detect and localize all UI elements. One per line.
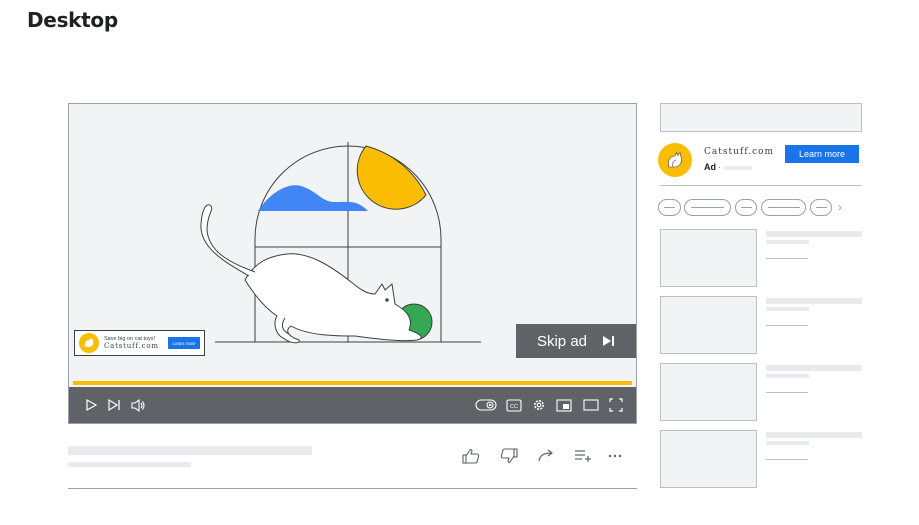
recommendation-meta-placeholder	[766, 258, 808, 259]
recommendation-item[interactable]	[660, 229, 862, 287]
sidebar-companion-banner	[660, 103, 862, 132]
overlay-ad-text: Save big on cat toys! Catstuff.com	[104, 336, 163, 350]
recommendation-item[interactable]	[660, 363, 862, 421]
sidebar-ad-card[interactable]: Catstuff.com Ad · Learn more	[658, 143, 862, 177]
player-controls: CC	[69, 387, 636, 423]
overlay-ad-banner[interactable]: Save big on cat toys! Catstuff.com Learn…	[74, 330, 205, 356]
recommendation-meta-placeholder	[766, 392, 808, 393]
recommendation-thumbnail	[660, 296, 757, 354]
more-icon[interactable]	[605, 446, 625, 466]
chip-label-placeholder	[691, 207, 724, 208]
filter-chip[interactable]	[810, 199, 832, 216]
cat-logo-icon	[668, 151, 682, 168]
recommendation-meta-placeholder	[766, 459, 808, 460]
page-title: Desktop	[27, 8, 118, 32]
sun	[356, 145, 427, 210]
next-icon[interactable]	[106, 397, 122, 413]
recommendation-thumbnail	[660, 363, 757, 421]
learn-more-button[interactable]: Learn more	[785, 145, 859, 163]
recommendation-item[interactable]	[660, 430, 862, 488]
captions-label: CC	[510, 404, 518, 410]
volume-icon[interactable]	[130, 397, 146, 413]
recommendation-title-placeholder	[766, 231, 862, 237]
recommendation-channel-placeholder	[766, 441, 809, 445]
recommendation-meta-placeholder	[766, 325, 808, 326]
cat-logo-icon	[84, 338, 94, 347]
recommendation-channel-placeholder	[766, 307, 809, 311]
ad-meta-placeholder	[724, 166, 752, 170]
overlay-ad-domain: Catstuff.com	[104, 342, 159, 350]
fullscreen-icon[interactable]	[608, 397, 624, 413]
recommendation-item[interactable]	[660, 296, 862, 354]
sidebar-divider	[660, 185, 862, 186]
chips-next-icon[interactable]: ›	[838, 200, 842, 214]
recommendation-title-placeholder	[766, 432, 862, 438]
skip-next-icon	[603, 336, 615, 346]
recommendation-channel-placeholder	[766, 240, 809, 244]
filter-chip[interactable]	[761, 199, 806, 216]
skip-ad-button[interactable]: Skip ad	[516, 324, 636, 358]
catstuff-logo	[79, 333, 99, 353]
chip-label-placeholder	[767, 207, 800, 208]
share-icon[interactable]	[536, 446, 556, 466]
theater-icon[interactable]	[583, 397, 599, 413]
ad-progress-bar[interactable]	[73, 381, 632, 385]
recommendation-thumbnail	[660, 229, 757, 287]
recommendation-title-placeholder	[766, 298, 862, 304]
skip-ad-label: Skip ad	[536, 332, 588, 350]
cloud-shape	[258, 185, 368, 211]
ad-separator: ·	[718, 162, 721, 172]
chip-label-placeholder	[664, 207, 675, 208]
save-to-playlist-icon[interactable]	[573, 446, 593, 466]
filter-chip[interactable]	[684, 199, 731, 216]
content-divider	[68, 488, 637, 489]
recommendation-thumbnail	[660, 430, 757, 488]
video-title-placeholder	[68, 446, 312, 455]
recommendation-channel-placeholder	[766, 374, 809, 378]
autoplay-toggle-icon[interactable]	[475, 397, 497, 413]
filter-chip[interactable]	[735, 199, 757, 216]
overlay-learn-more-button[interactable]: Learn more	[168, 337, 200, 349]
chip-label-placeholder	[740, 207, 752, 208]
channel-name-placeholder	[68, 462, 191, 467]
ad-badge: Ad	[704, 162, 716, 172]
play-icon[interactable]	[83, 397, 99, 413]
settings-icon[interactable]	[531, 397, 547, 413]
miniplayer-icon[interactable]	[556, 397, 572, 413]
captions-icon[interactable]: CC	[506, 397, 522, 413]
filter-chip[interactable]	[658, 199, 681, 216]
ad-domain: Catstuff.com	[704, 147, 775, 157]
dislike-icon[interactable]	[499, 446, 519, 466]
video-player[interactable]: Save big on cat toys! Catstuff.com Learn…	[68, 103, 637, 424]
recommendation-title-placeholder	[766, 365, 862, 371]
chip-label-placeholder	[815, 207, 827, 208]
like-icon[interactable]	[461, 446, 481, 466]
cat-figure	[200, 204, 422, 344]
catstuff-logo	[658, 143, 692, 177]
